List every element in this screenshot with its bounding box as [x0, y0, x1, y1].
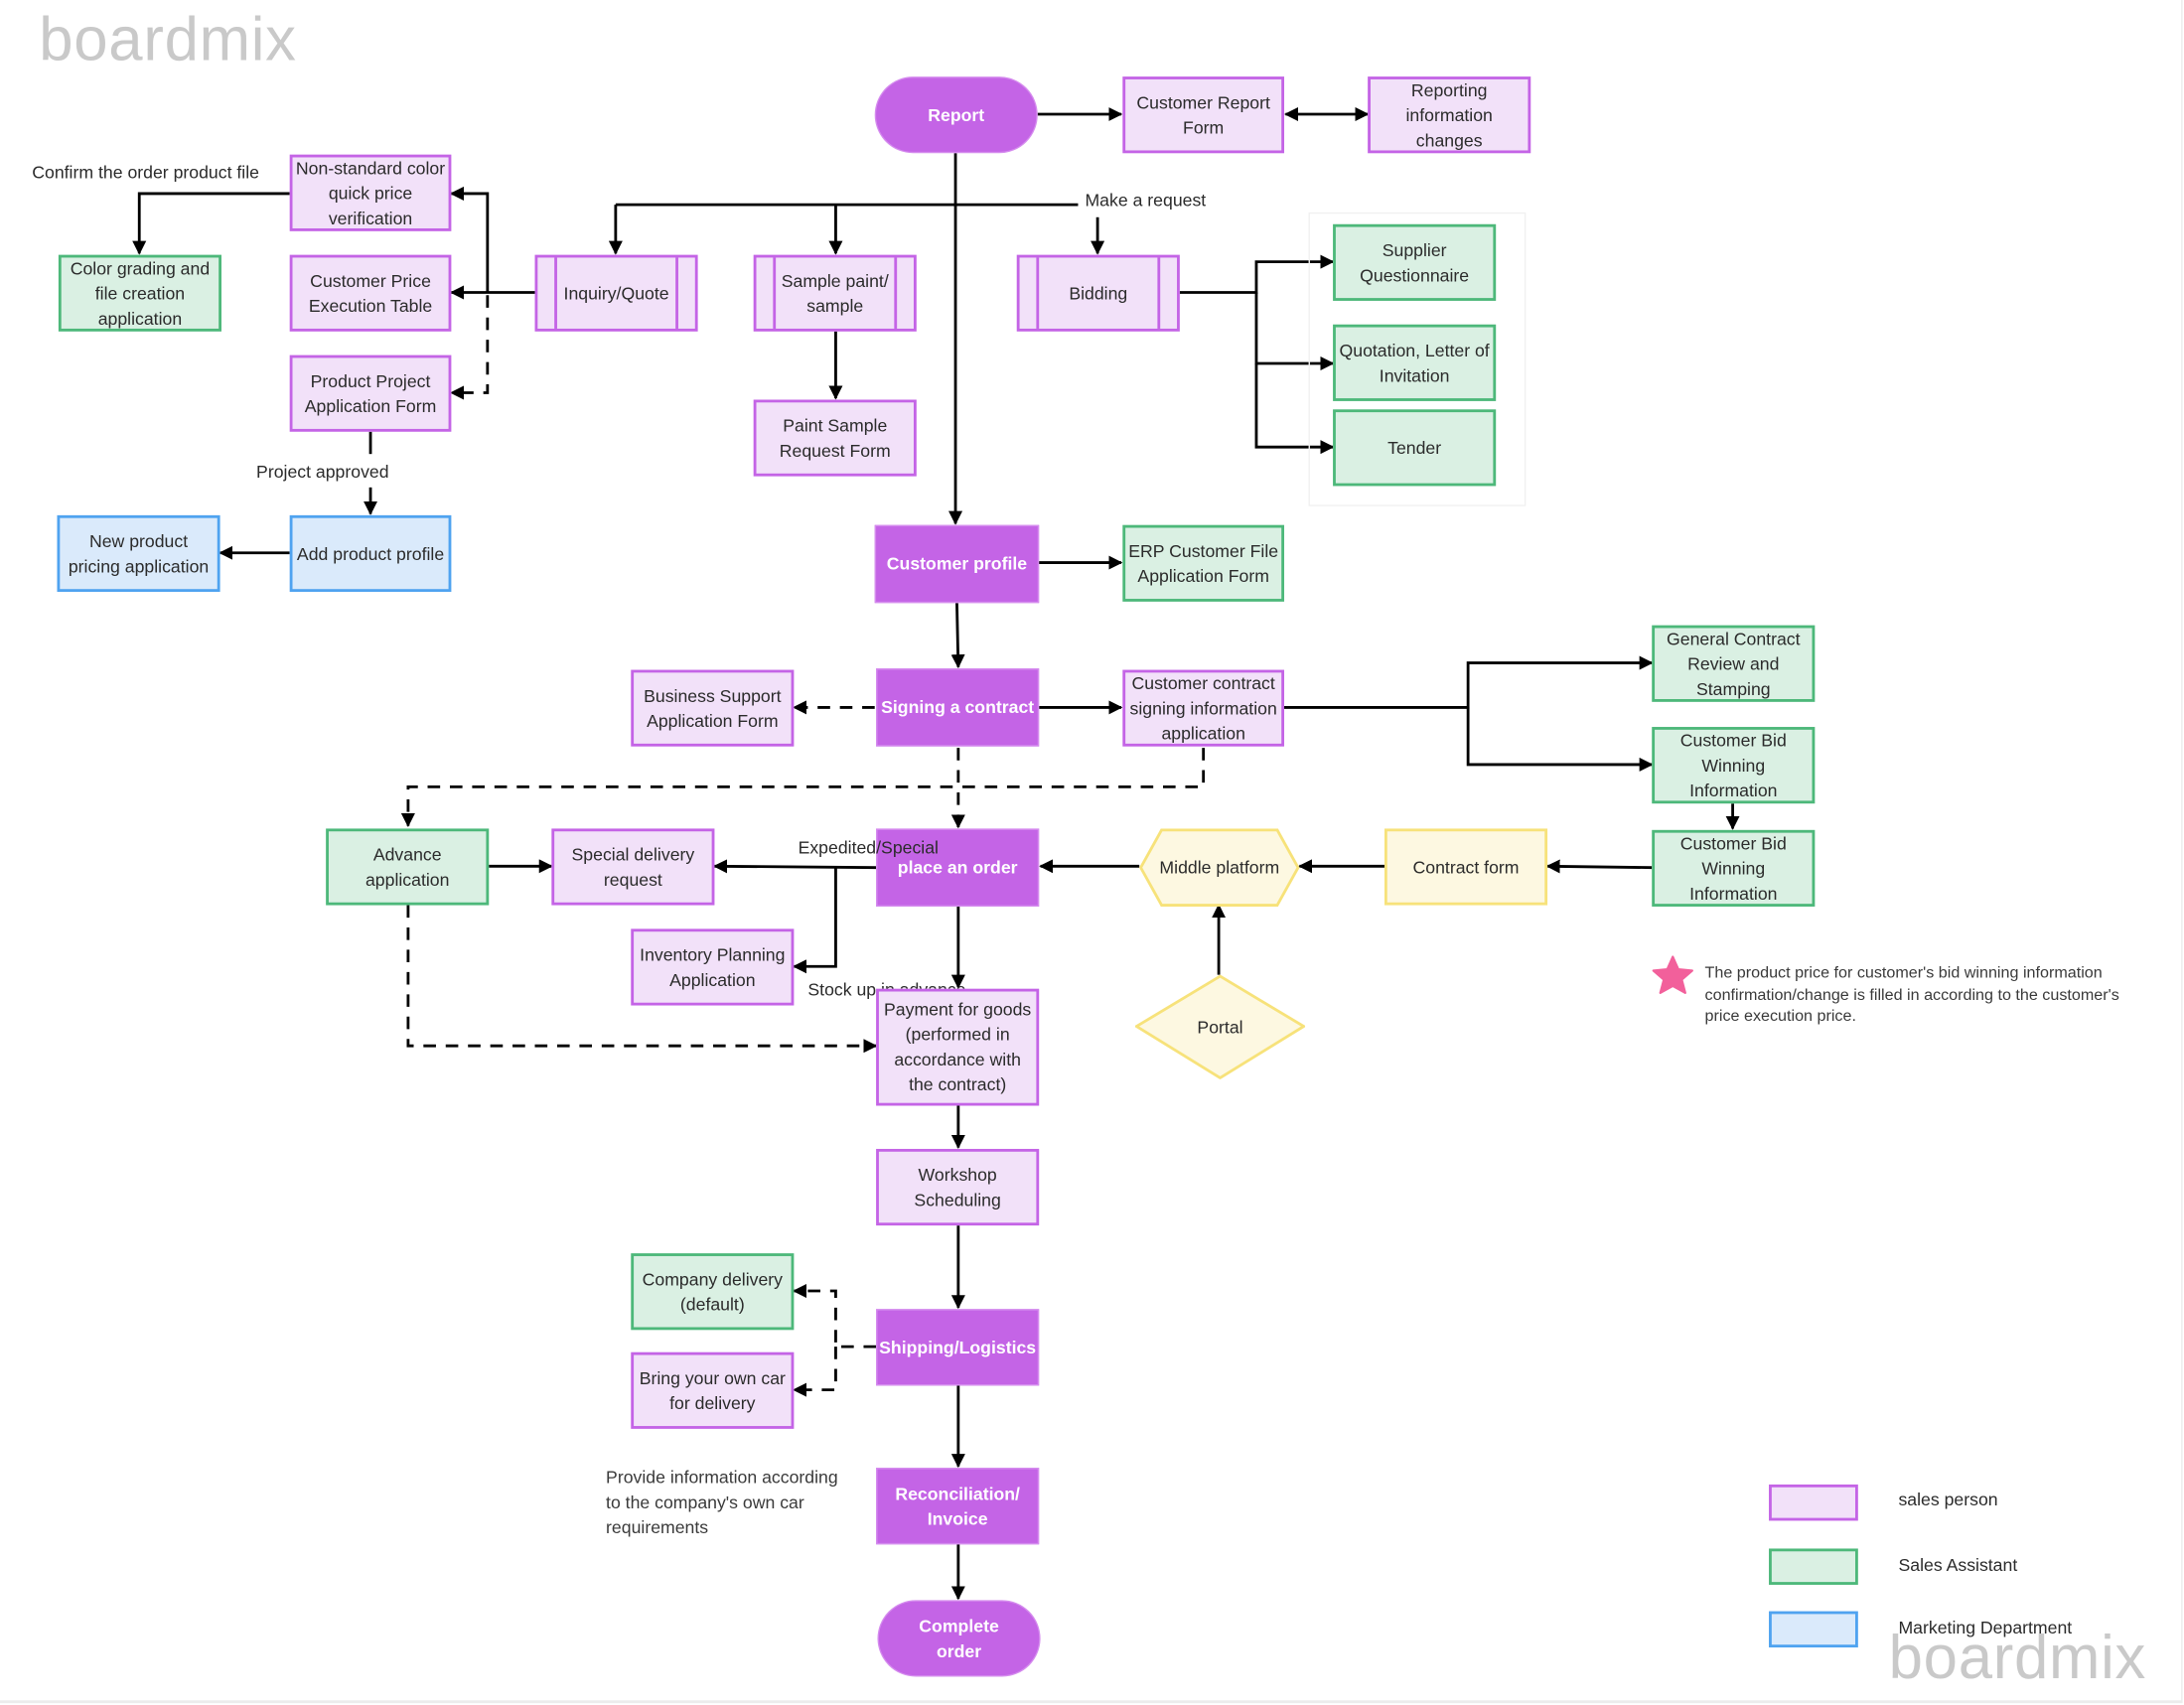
legend-label-marketing: Marketing Department — [1898, 1618, 2073, 1638]
node-contract-form[interactable]: Contract form — [1383, 828, 1548, 906]
node-general-contract-review[interactable]: General Contract Review and Stamping — [1652, 625, 1816, 702]
edge-nonstandard-to-color-grading — [132, 192, 290, 255]
node-customer-bid-winning-2[interactable]: Customer Bid Winning Information — [1652, 829, 1816, 907]
node-sample-paint[interactable]: Sample paint/ sample — [753, 254, 917, 332]
edge-shipping-to-company — [792, 1284, 877, 1349]
node-customer-bid-winning-1[interactable]: Customer Bid Winning Information — [1652, 727, 1816, 804]
legend-swatch-sales-assistant — [1769, 1548, 1858, 1585]
node-product-project-form[interactable]: Product Project Application Form — [289, 355, 452, 432]
star-icon — [1652, 955, 1693, 994]
node-reporting-information-changes[interactable]: Reporting information changes — [1368, 76, 1531, 154]
node-complete-order[interactable]: Complete order — [877, 1600, 1041, 1677]
node-workshop-scheduling[interactable]: Workshop Scheduling — [876, 1148, 1040, 1226]
label-make-a-request: Make a request — [1085, 191, 1207, 211]
node-bidding[interactable]: Bidding — [1016, 254, 1180, 332]
edge-contract-info-bus — [1284, 655, 1654, 709]
node-customer-price-table[interactable]: Customer Price Execution Table — [289, 254, 452, 332]
node-middle-platform[interactable]: Middle platform — [1138, 828, 1300, 907]
legend-swatch-marketing — [1769, 1611, 1858, 1648]
node-portal[interactable]: Portal — [1133, 974, 1307, 1080]
legend-label-sales-assistant: Sales Assistant — [1898, 1555, 2018, 1576]
node-quotation-letter[interactable]: Quotation, Letter of Invitation — [1333, 324, 1497, 401]
node-tender[interactable]: Tender — [1333, 409, 1497, 487]
node-color-grading[interactable]: Color grading and file creation applicat… — [58, 254, 221, 332]
node-paint-sample-form[interactable]: Paint Sample Request Form — [753, 399, 917, 477]
node-erp-customer-file[interactable]: ERP Customer File Application Form — [1122, 524, 1285, 602]
legend-label-sales-person: sales person — [1898, 1490, 1998, 1510]
note-own-car-requirements: Provide information according to the com… — [606, 1468, 838, 1538]
node-non-standard-color[interactable]: Non-standard color quick price verificat… — [289, 154, 452, 231]
edge-shipping-to-own-car — [792, 1347, 837, 1397]
note-bid-winning-price: The product price for customer's bid win… — [1704, 964, 2119, 1026]
node-supplier-questionnaire[interactable]: Supplier Questionnaire — [1333, 223, 1497, 301]
node-business-support[interactable]: Business Support Application Form — [631, 669, 795, 747]
node-reconciliation-invoice[interactable]: Reconciliation/ Invoice — [876, 1468, 1040, 1545]
node-payment-for-goods[interactable]: Payment for goods (performed in accordan… — [876, 988, 1040, 1106]
node-special-delivery[interactable]: Special delivery request — [551, 828, 715, 906]
node-customer-profile[interactable]: Customer profile — [874, 524, 1040, 604]
node-add-product-profile[interactable]: Add product profile — [289, 514, 452, 593]
flowchart-canvas: boardmix boardmix Report Customer Report… — [0, 0, 2184, 1705]
edge-profile-to-signing — [950, 603, 965, 669]
legend-swatch-sales-person — [1769, 1484, 1858, 1521]
node-report[interactable]: Report — [874, 76, 1038, 154]
edge-bid-to-contract-form — [1545, 859, 1653, 874]
edge-bidding-to-quotation — [1254, 292, 1335, 371]
node-shipping-logistics[interactable]: Shipping/Logistics — [876, 1309, 1040, 1386]
node-inventory-planning[interactable]: Inventory Planning Application — [631, 928, 795, 1006]
edge-order-to-special — [713, 859, 877, 874]
node-advance-application[interactable]: Advance application — [326, 828, 490, 906]
node-own-car-delivery[interactable]: Bring your own car for delivery — [631, 1351, 795, 1429]
edge-inquiry-to-nonstandard — [449, 186, 490, 293]
label-project-approved: Project approved — [256, 462, 389, 483]
node-customer-report-form[interactable]: Customer Report Form — [1122, 76, 1285, 154]
edge-inquiry-to-product-project — [449, 295, 490, 400]
node-new-product-pricing[interactable]: New product pricing application — [57, 514, 220, 593]
label-confirm-order-file: Confirm the order product file — [32, 163, 259, 183]
edge-contract-info-to-bid-winning — [1466, 707, 1654, 772]
node-contract-signing-info[interactable]: Customer contract signing information ap… — [1122, 669, 1285, 747]
node-signing-contract[interactable]: Signing a contract — [876, 668, 1040, 747]
label-expedited-special: Expedited/Special — [798, 838, 939, 858]
edge-order-to-inventory — [792, 867, 837, 974]
node-company-delivery[interactable]: Company delivery (default) — [631, 1253, 795, 1331]
edge-contract-info-to-order-dashed — [400, 748, 1206, 828]
edge-bidding-to-tender — [1254, 363, 1335, 455]
node-inquiry-quote[interactable]: Inquiry/Quote — [534, 254, 698, 332]
